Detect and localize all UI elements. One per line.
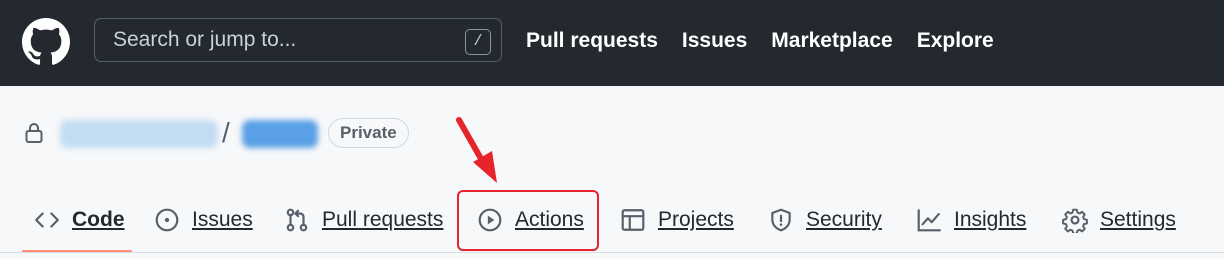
search-input[interactable] [95,19,455,61]
graph-icon [917,209,941,232]
tab-issues-label: Issues [192,208,253,231]
tab-code-label: Code [72,208,125,231]
actions-highlight-box [457,190,599,251]
tab-projects-label: Projects [658,208,734,231]
search-shortcut-key: / [465,29,491,55]
tab-pull-requests-label: Pull requests [322,208,444,231]
global-header: / Pull requests Issues Marketplace Explo… [0,0,1224,86]
nav-marketplace[interactable]: Marketplace [771,29,892,53]
tab-insights[interactable]: Insights [916,192,1026,248]
tab-pull-requests[interactable]: Pull requests [284,192,443,248]
global-nav: Pull requests Issues Marketplace Explore [526,29,994,53]
tab-issues[interactable]: Issues [154,192,253,248]
tab-security[interactable]: Security [768,192,882,248]
tab-insights-label: Insights [954,208,1027,231]
tab-code[interactable]: Code [34,192,125,248]
tab-projects[interactable]: Projects [620,192,734,248]
tab-settings[interactable]: Settings [1062,192,1176,248]
visibility-badge: Private [328,118,409,148]
shield-icon [771,208,791,232]
git-pull-request-icon [286,208,308,232]
code-icon [35,212,59,228]
lock-icon [25,123,43,143]
annotation-arrow-icon [456,117,497,183]
nav-explore[interactable]: Explore [917,29,994,53]
tab-security-label: Security [806,208,882,231]
repo-owner-link[interactable]: yogenmouse [60,120,218,148]
nav-pull-requests[interactable]: Pull requests [526,29,658,53]
tab-settings-label: Settings [1100,208,1176,231]
github-octocat-icon[interactable] [22,18,70,66]
tabs-divider [0,252,1224,253]
repo-tabs: Code Issues Pull requests Actions Projec… [0,192,1224,252]
search-box[interactable]: / [94,18,502,62]
gear-icon [1062,208,1088,233]
nav-issues[interactable]: Issues [682,29,747,53]
issue-opened-icon [155,208,179,232]
path-separator: / [222,117,230,148]
table-icon [621,209,645,231]
repo-name-link[interactable]: kotari [242,120,318,148]
